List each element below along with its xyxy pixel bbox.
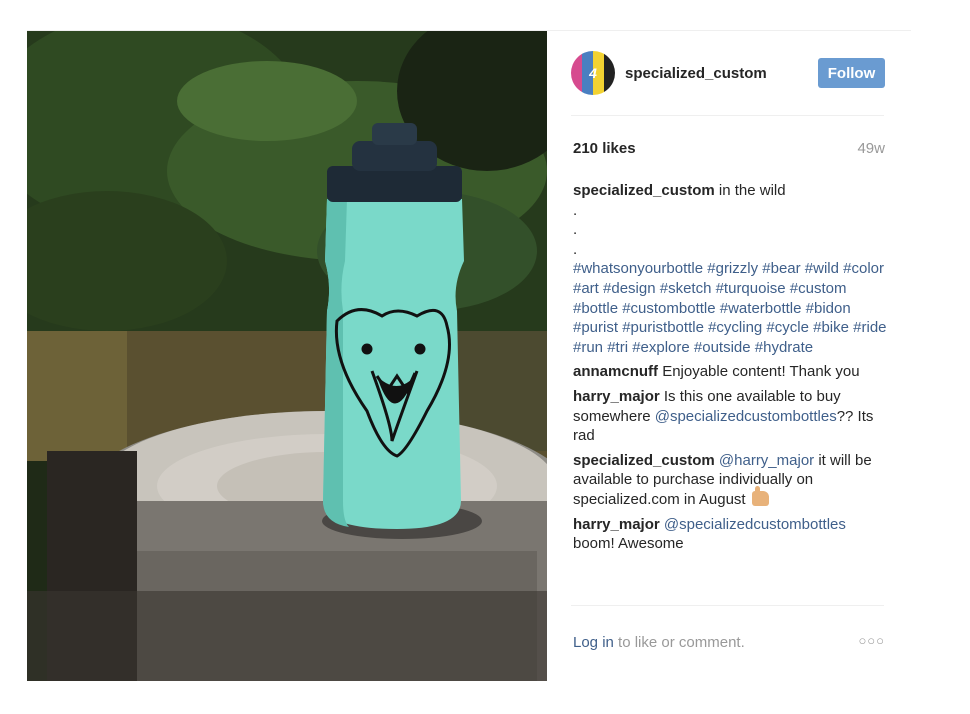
comment-author[interactable]: harry_major bbox=[573, 388, 660, 405]
login-link[interactable]: Log in bbox=[573, 634, 614, 651]
caption-dot: . bbox=[573, 201, 578, 219]
caption-hashtags[interactable]: #whatsonyourbottle #grizzly #bear #wild … bbox=[573, 259, 891, 357]
instagram-post: 4 specialized_custom Follow 210 likes 49… bbox=[27, 30, 911, 681]
follow-button[interactable]: Follow bbox=[818, 58, 885, 88]
caption: specialized_custom in the wild . . . #wh… bbox=[573, 181, 891, 357]
comment-author[interactable]: specialized_custom bbox=[573, 182, 715, 199]
post-header: 4 specialized_custom Follow bbox=[547, 31, 911, 115]
post-sidebar: 4 specialized_custom Follow 210 likes 49… bbox=[547, 31, 911, 681]
caption-text: in the wild bbox=[718, 182, 786, 199]
login-prompt: Log in to like or comment. bbox=[573, 634, 745, 651]
brand-logo-icon: 4 bbox=[589, 65, 597, 81]
comment-text: boom! Awesome bbox=[573, 535, 684, 553]
bottle-photo-image bbox=[27, 31, 547, 681]
comment: harry_major Is this one available to buy… bbox=[573, 387, 891, 446]
divider bbox=[571, 115, 884, 116]
comments-list: specialized_custom in the wild . . . #wh… bbox=[573, 181, 891, 559]
caption-dot: . bbox=[573, 240, 578, 258]
comment: annamcnuff Enjoyable content! Thank you bbox=[573, 362, 891, 382]
ellipsis-icon[interactable]: ○○○ bbox=[858, 633, 885, 648]
likes-count[interactable]: 210 likes bbox=[573, 140, 636, 157]
post-age[interactable]: 49w bbox=[857, 140, 885, 157]
caption-dot: . bbox=[573, 221, 578, 239]
divider bbox=[571, 605, 884, 606]
author-username[interactable]: specialized_custom bbox=[625, 65, 767, 82]
comment-author[interactable]: annamcnuff bbox=[573, 363, 658, 380]
comment-text: Enjoyable content! Thank you bbox=[662, 363, 860, 381]
comment-author[interactable]: harry_major bbox=[573, 516, 660, 533]
thumbs-up-icon bbox=[751, 485, 769, 506]
caption-dots: . . . bbox=[573, 201, 891, 260]
comment-mention[interactable]: @specializedcustombottles bbox=[655, 408, 837, 425]
comment-author[interactable]: specialized_custom bbox=[573, 452, 715, 469]
post-photo[interactable] bbox=[27, 31, 547, 681]
comment: harry_major @specializedcustombottles bo… bbox=[573, 515, 891, 554]
comment-mention[interactable]: @harry_major bbox=[719, 452, 814, 469]
comment-mention[interactable]: @specializedcustombottles bbox=[664, 516, 846, 533]
login-prompt-text: to like or comment. bbox=[618, 634, 745, 651]
comment: specialized_custom @harry_major it will … bbox=[573, 451, 891, 510]
avatar[interactable]: 4 bbox=[571, 51, 615, 95]
